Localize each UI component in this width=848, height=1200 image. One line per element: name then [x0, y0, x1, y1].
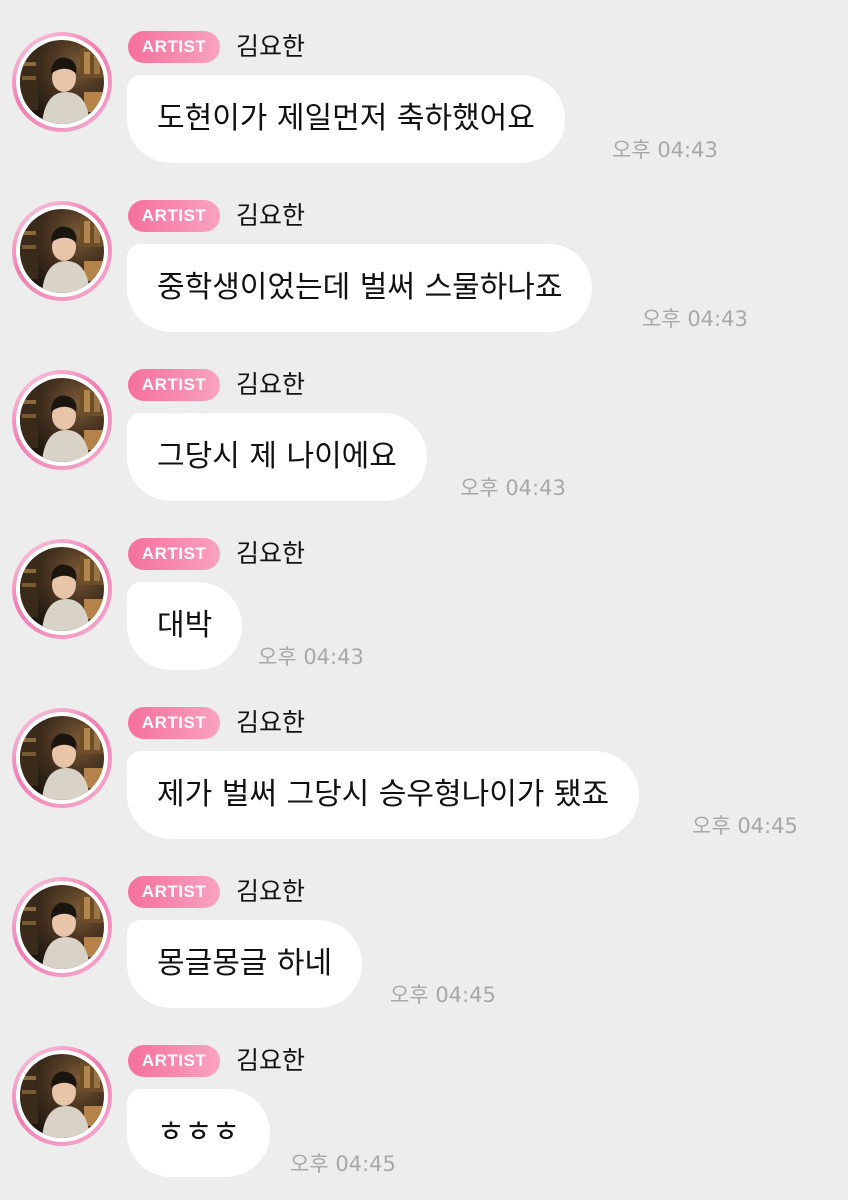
avatar-photo	[20, 885, 104, 969]
avatar[interactable]	[12, 708, 112, 808]
message-timestamp: 오후 04:45	[390, 983, 496, 1007]
person-photo-icon	[20, 1062, 104, 1138]
avatar-ring	[16, 374, 108, 466]
avatar[interactable]	[12, 370, 112, 470]
person-photo-icon	[20, 48, 104, 124]
artist-badge: ARTIST	[128, 200, 220, 232]
avatar-photo	[20, 547, 104, 631]
person-photo-icon	[20, 893, 104, 969]
message-row: ARTIST 김요한 ㅎㅎㅎ 오후 04:45	[0, 1014, 848, 1183]
person-photo-icon	[20, 724, 104, 800]
chat-message-list: ARTIST 김요한 도현이가 제일먼저 축하했어요 오후 04:43 ARTI…	[0, 0, 848, 1200]
message-timestamp: 오후 04:43	[460, 476, 566, 500]
message-bubble[interactable]: 도현이가 제일먼저 축하했어요	[127, 75, 565, 163]
avatar-ring	[16, 712, 108, 804]
sender-name[interactable]: 김요한	[236, 30, 305, 64]
avatar-photo	[20, 209, 104, 293]
person-photo-icon	[20, 386, 104, 462]
avatar[interactable]	[12, 877, 112, 977]
sender-name[interactable]: 김요한	[236, 199, 305, 233]
sender-name[interactable]: 김요한	[236, 706, 305, 740]
artist-badge: ARTIST	[128, 707, 220, 739]
message-bubble[interactable]: ㅎㅎㅎ	[127, 1089, 270, 1177]
message-bubble[interactable]: 몽글몽글 하네	[127, 920, 363, 1008]
person-photo-icon	[20, 217, 104, 293]
artist-badge: ARTIST	[128, 1045, 220, 1077]
message-bubble[interactable]: 그당시 제 나이에요	[127, 413, 427, 501]
avatar[interactable]	[12, 539, 112, 639]
message-row: ARTIST 김요한 도현이가 제일먼저 축하했어요 오후 04:43	[0, 0, 848, 169]
artist-badge: ARTIST	[128, 369, 220, 401]
sender-name[interactable]: 김요한	[236, 875, 305, 909]
avatar-photo	[20, 378, 104, 462]
message-timestamp: 오후 04:45	[692, 814, 798, 838]
avatar[interactable]	[12, 201, 112, 301]
avatar-ring	[16, 1050, 108, 1142]
avatar-photo	[20, 1054, 104, 1138]
sender-name[interactable]: 김요한	[236, 537, 305, 571]
message-row: ARTIST 김요한 그당시 제 나이에요 오후 04:43	[0, 338, 848, 507]
message-timestamp: 오후 04:43	[258, 645, 364, 669]
artist-badge: ARTIST	[128, 538, 220, 570]
avatar-photo	[20, 40, 104, 124]
message-timestamp: 오후 04:43	[642, 307, 748, 331]
message-bubble[interactable]: 중학생이었는데 벌써 스물하나죠	[127, 244, 593, 332]
avatar-photo	[20, 716, 104, 800]
message-bubble[interactable]: 제가 벌써 그당시 승우형나이가 됐죠	[127, 751, 640, 839]
message-row: ARTIST 김요한 제가 벌써 그당시 승우형나이가 됐죠 오후 04:45	[0, 676, 848, 845]
avatar[interactable]	[12, 1046, 112, 1146]
message-row: ARTIST 김요한 대박 오후 04:43	[0, 507, 848, 676]
avatar[interactable]	[12, 32, 112, 132]
artist-badge: ARTIST	[128, 876, 220, 908]
message-row: ARTIST 김요한 중학생이었는데 벌써 스물하나죠 오후 04:43	[0, 169, 848, 338]
avatar-ring	[16, 881, 108, 973]
message-timestamp: 오후 04:43	[612, 138, 718, 162]
message-row: ARTIST 김요한 몽글몽글 하네 오후 04:45	[0, 845, 848, 1014]
sender-name[interactable]: 김요한	[236, 1044, 305, 1078]
artist-badge: ARTIST	[128, 31, 220, 63]
sender-name[interactable]: 김요한	[236, 368, 305, 402]
avatar-ring	[16, 543, 108, 635]
avatar-ring	[16, 36, 108, 128]
avatar-ring	[16, 205, 108, 297]
message-timestamp: 오후 04:45	[290, 1152, 396, 1176]
person-photo-icon	[20, 555, 104, 631]
message-bubble[interactable]: 대박	[127, 582, 243, 670]
